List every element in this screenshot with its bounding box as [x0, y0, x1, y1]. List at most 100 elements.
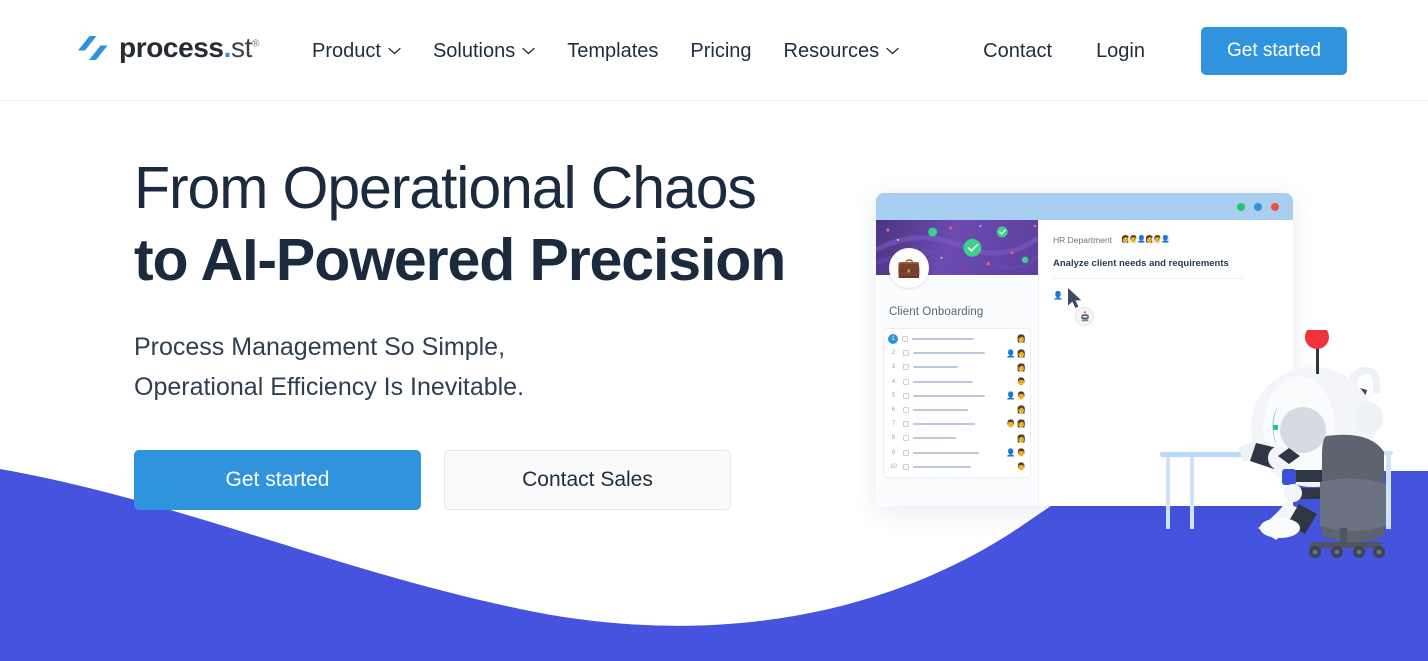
ai-bot-icon: [1075, 307, 1094, 326]
checklist-checkbox[interactable]: [903, 350, 909, 357]
nav-item-solutions[interactable]: Solutions: [417, 41, 551, 61]
checklist-number: 2: [891, 350, 896, 357]
avatar: 👨: [1016, 376, 1026, 386]
avatar: 👨: [1016, 391, 1026, 401]
checklist-number: 3: [891, 364, 896, 371]
checklist-checkbox[interactable]: [903, 449, 909, 456]
checklist-row[interactable]: 5 👤 👨: [884, 389, 1030, 403]
checklist-row[interactable]: 1 👩: [884, 332, 1030, 346]
avatar: 👩: [1016, 348, 1026, 358]
logo-suffix: st: [230, 32, 252, 63]
checklist-avatars: 👩: [1017, 364, 1026, 372]
briefcase-icon: 💼: [897, 258, 921, 279]
main-navigation: Product Solutions Templates Pricing Reso…: [312, 0, 915, 101]
bot-glyph: [1080, 310, 1089, 321]
checklist-avatars: 👩: [1017, 335, 1026, 343]
checklist-row[interactable]: 3 👩: [884, 360, 1030, 374]
checklist-checkbox[interactable]: [903, 421, 909, 428]
logo-registered: ®: [251, 38, 259, 50]
group-label: HR Department: [1053, 234, 1113, 245]
checklist-text-placeholder: [913, 366, 958, 369]
checklist-checkbox[interactable]: [903, 364, 909, 371]
chevron-down-icon: [388, 47, 401, 54]
checklist-text-placeholder: [913, 394, 985, 397]
checklist-checkbox[interactable]: [903, 435, 909, 442]
group-avatar-stack: 👩 👨 👤 👩 👨 👤: [1120, 234, 1172, 245]
logo[interactable]: process.st®: [76, 33, 259, 63]
checklist-row[interactable]: 8 👩: [884, 431, 1030, 445]
nav-label: Product: [312, 39, 381, 62]
nav-item-pricing[interactable]: Pricing: [674, 41, 767, 61]
hero-page: process.st® Product Solutions Templates …: [0, 0, 1428, 661]
window-dot-green: [1237, 202, 1245, 211]
checklist-text-placeholder: [913, 380, 973, 383]
checklist-row[interactable]: 7 👨 👩: [884, 417, 1030, 431]
checklist-text-placeholder: [913, 409, 968, 412]
group-row: HR Department 👩 👨 👤 👩 👨 👤: [1053, 234, 1277, 245]
nav-item-product[interactable]: Product: [312, 41, 417, 61]
checklist-checkbox[interactable]: [903, 463, 909, 470]
nav-label: Solutions: [432, 39, 516, 62]
login-link[interactable]: Login: [1074, 41, 1167, 61]
checklist-number: 9: [891, 449, 896, 456]
page-title: From Operational Chaos to AI-Powered Pre…: [134, 152, 854, 296]
checklist-checkbox[interactable]: [903, 407, 909, 414]
checklist-text-placeholder: [913, 423, 975, 426]
subheading-line-2: Operational Efficiency Is Inevitable.: [134, 373, 525, 401]
avatar: 👩: [1016, 419, 1026, 429]
checklist-text-placeholder: [913, 352, 985, 355]
logo-word: process: [119, 32, 224, 63]
checklist-number: 4: [891, 378, 896, 385]
hero-cta-row: Get started Contact Sales: [134, 450, 854, 510]
robot-at-desk-icon: [1160, 330, 1393, 558]
workflow-title: Client Onboarding: [889, 306, 984, 318]
workflow-sidebar: 💼 Client Onboarding 1 👩 2 👤 👩 3 👩 4 👨 5 👤 👨 6 👩 7 👨 👩 8 👩 9…: [876, 220, 1039, 506]
checklist-number: 5: [891, 392, 896, 399]
nav-label: Resources: [783, 39, 880, 62]
contact-link[interactable]: Contact: [961, 41, 1074, 61]
checklist-text-placeholder: [913, 437, 956, 440]
checklist-row[interactable]: 2 👤 👩: [884, 346, 1030, 360]
logo-text: process.st®: [119, 34, 259, 62]
checklist-row[interactable]: 6 👩: [884, 403, 1030, 417]
checklist-checkbox[interactable]: [902, 336, 908, 343]
checklist-avatars: 👤 👨: [1006, 449, 1026, 457]
assignee-area: 👤: [1053, 285, 1277, 327]
window-title-bar: [876, 193, 1293, 220]
checklist-avatars: 👤 👩: [1006, 350, 1026, 358]
header-get-started-button[interactable]: Get started: [1201, 26, 1347, 75]
checklist-avatars: 👩: [1017, 435, 1026, 443]
avatar: 👩: [1016, 433, 1026, 443]
checklist-number: 8: [891, 435, 896, 442]
nav-item-resources[interactable]: Resources: [768, 41, 916, 61]
hero-contact-sales-button[interactable]: Contact Sales: [444, 450, 731, 510]
checklist-row[interactable]: 4 👨: [884, 375, 1030, 389]
checklist-checkbox[interactable]: [903, 392, 909, 399]
chevron-down-icon: [522, 47, 535, 54]
avatar: 👩: [1016, 405, 1026, 415]
nav-label: Templates: [567, 39, 659, 62]
window-dot-blue: [1254, 202, 1262, 211]
checklist-row[interactable]: 10 👨: [884, 460, 1030, 474]
avatar: 👤: [1006, 447, 1016, 457]
checklist-text-placeholder: [912, 338, 974, 341]
checklist-avatars: 👨 👩: [1006, 420, 1026, 428]
checklist-avatars: 👩: [1017, 406, 1026, 414]
checklist-checkbox[interactable]: [903, 378, 909, 385]
checklist-text-placeholder: [913, 465, 971, 468]
checklist: 1 👩 2 👤 👩 3 👩 4 👨 5 👤 👨 6 👩 7 👨 👩 8 👩 9 👤 👨 10 👨: [883, 328, 1031, 478]
avatar: 👨: [1016, 462, 1026, 472]
avatar: 👨: [1006, 419, 1016, 429]
process-st-logo-icon: [78, 36, 108, 60]
avatar: 👩: [1016, 362, 1026, 372]
nav-item-templates[interactable]: Templates: [551, 41, 674, 61]
checklist-number: 10: [890, 463, 897, 470]
checklist-number: 6: [891, 407, 896, 414]
avatar: 👤: [1160, 234, 1172, 245]
hero-illustration: 💼 Client Onboarding 1 👩 2 👤 👩 3 👩 4 👨 5 👤 👨 6 👩 7 👨 👩 8 👩 9…: [860, 180, 1428, 580]
avatar: 👨: [1016, 447, 1026, 457]
window-dot-red: [1271, 202, 1279, 211]
hero-get-started-button[interactable]: Get started: [134, 450, 421, 510]
checklist-row[interactable]: 9 👤 👨: [884, 446, 1030, 460]
header-actions: Contact Login Get started: [961, 0, 1347, 101]
